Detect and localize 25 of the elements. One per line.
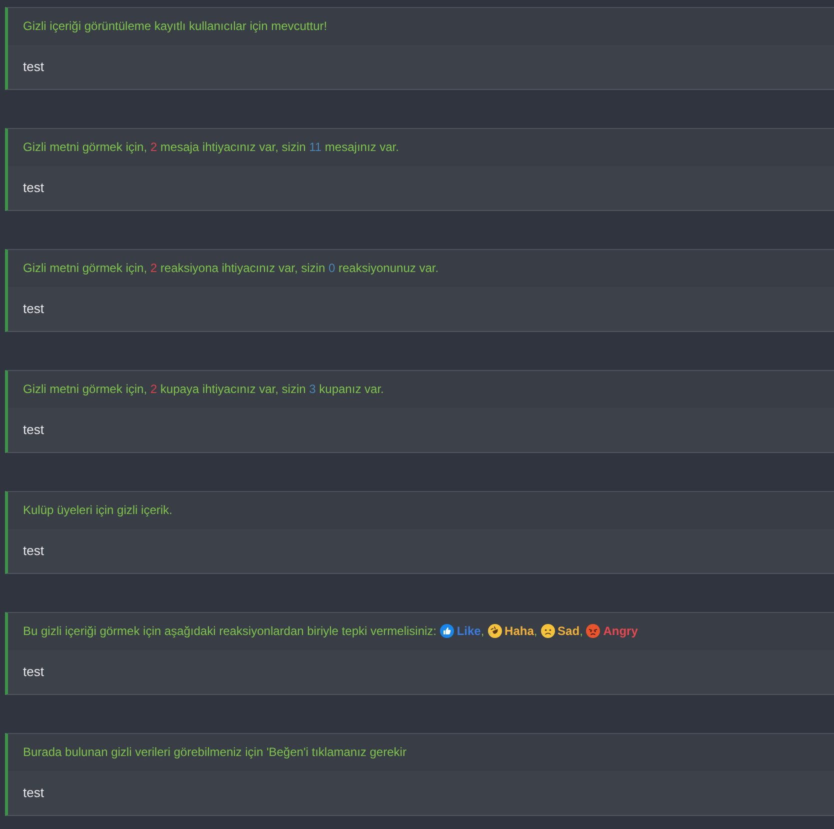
notice-text: Kulüp üyeleri için gizli içerik. (23, 503, 172, 517)
notice-text: Bu gizli içeriği görmek için aşağıdaki reaksiyonlardan biriyle tepki vermelisiniz: (23, 624, 438, 638)
reaction-label: Like (456, 624, 481, 638)
notice-text: , (534, 624, 538, 638)
thumbs-up-icon (440, 624, 454, 638)
notice-text: Burada bulunan gizli verileri görebilmeniz için 'Beğen'i tıklamanız gerekir (23, 745, 406, 759)
laughing-face-icon (488, 624, 502, 638)
content-text: test (23, 422, 44, 437)
content-text: test (23, 664, 44, 679)
content-text: test (23, 59, 44, 74)
notice-text: , (480, 624, 486, 638)
angry-face-icon (586, 624, 600, 638)
notice-text: Gizli metni görmek için, 2 reaksiyona ihtiyacınız var, sizin 0 reaksiyonunuz var. (23, 261, 439, 275)
notice-text: Gizli içeriği görüntüleme kayıtlı kullanıcılar için mevcuttur! (23, 19, 328, 33)
content-text: test (23, 180, 44, 195)
content-text: test (23, 543, 44, 558)
frowning-face-icon (540, 624, 555, 638)
reaction-label: Angry (603, 624, 638, 638)
reaction-label: Sad (558, 624, 580, 638)
content-text: test (23, 301, 44, 316)
notice-text: Gizli metni görmek için, 2 kupaya ihtiyacınız var, sizin 3 kupanız var. (23, 382, 384, 396)
notice-text: , (580, 624, 584, 638)
reaction-label: Haha (504, 624, 534, 638)
notice-text: Gizli metni görmek için, 2 mesaja ihtiyacınız var, sizin 11 mesajınız var. (23, 140, 399, 154)
content-text: test (23, 785, 44, 800)
